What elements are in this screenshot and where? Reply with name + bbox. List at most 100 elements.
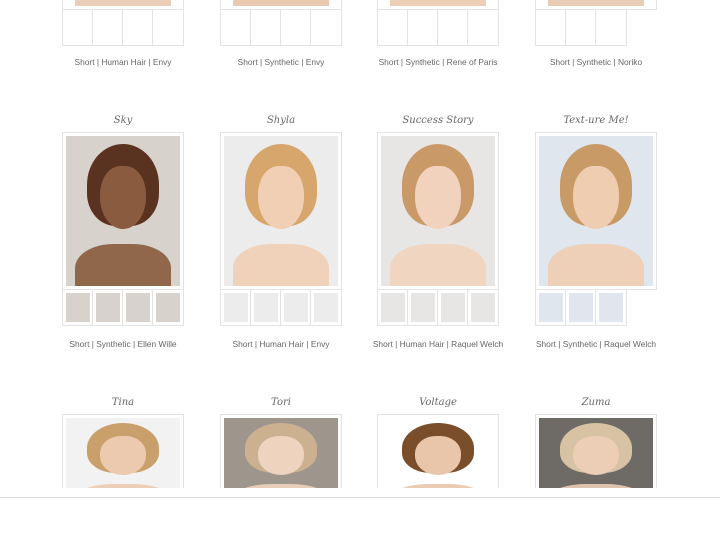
- hair-shape: [86, 300, 90, 322]
- thumbnail-image: [156, 13, 180, 42]
- thumbnail-image: [254, 13, 278, 42]
- thumbnail[interactable]: [221, 10, 251, 45]
- thumbnail[interactable]: [153, 10, 183, 45]
- thumbnail[interactable]: [123, 10, 153, 45]
- thumbnail-image: [96, 293, 120, 322]
- product-main-photo[interactable]: [535, 132, 657, 290]
- hair-shape: [334, 20, 338, 42]
- thumbnail-strip: [62, 290, 184, 326]
- product-meta: Short | Synthetic | Raquel Welch: [535, 339, 657, 349]
- product-meta: Short | Synthetic | Noriko: [549, 57, 643, 67]
- thumbnail[interactable]: [596, 290, 626, 325]
- thumbnail[interactable]: [251, 290, 281, 325]
- product-main-photo[interactable]: [220, 0, 342, 10]
- product-title[interactable]: Success Story: [377, 115, 499, 126]
- thumbnail-strip: [62, 10, 184, 46]
- thumbnail-image: [569, 293, 593, 322]
- hair-shape: [401, 300, 405, 322]
- face-shape: [415, 436, 461, 476]
- product-main-photo[interactable]: [62, 0, 184, 10]
- thumbnail-image: [224, 13, 248, 42]
- product-title[interactable]: Zuma: [535, 397, 657, 408]
- thumbnail[interactable]: [311, 10, 341, 45]
- thumbnail[interactable]: [596, 10, 626, 45]
- shoulders-shape: [75, 0, 171, 6]
- thumbnail[interactable]: [468, 10, 498, 45]
- thumbnail[interactable]: [378, 290, 408, 325]
- thumbnail-image: [66, 13, 90, 42]
- wig-model-image: [66, 0, 180, 6]
- thumbnail[interactable]: [408, 10, 438, 45]
- thumbnail-image: [381, 13, 405, 42]
- shoulders-shape: [548, 244, 644, 286]
- hair-shape: [116, 20, 120, 42]
- thumbnail-strip: [377, 10, 499, 46]
- hair-shape: [401, 20, 405, 42]
- thumbnail[interactable]: [311, 290, 341, 325]
- hair-shape: [176, 300, 180, 322]
- face-shape: [573, 166, 619, 229]
- product-meta: Short | Human Hair | Raquel Welch: [372, 339, 504, 349]
- face-shape: [258, 166, 304, 229]
- hair-shape: [589, 300, 593, 322]
- thumbnail[interactable]: [281, 290, 311, 325]
- hair-shape: [304, 300, 308, 322]
- product-main-photo[interactable]: [535, 0, 657, 10]
- face-shape: [415, 166, 461, 229]
- thumbnail[interactable]: [566, 10, 596, 45]
- thumbnail[interactable]: [566, 290, 596, 325]
- thumbnail[interactable]: [536, 10, 566, 45]
- product-title[interactable]: Sky: [62, 115, 184, 126]
- thumbnail[interactable]: [281, 10, 311, 45]
- hair-shape: [86, 20, 90, 42]
- hair-shape: [146, 20, 150, 42]
- hair-shape: [244, 300, 248, 322]
- wig-model-image: [381, 136, 495, 286]
- product-title[interactable]: Voltage: [377, 397, 499, 408]
- shoulders-shape: [548, 0, 644, 6]
- product-meta: Short | Synthetic | Envy: [237, 57, 325, 67]
- thumbnail[interactable]: [408, 290, 438, 325]
- thumbnail-image: [156, 293, 180, 322]
- thumbnail[interactable]: [221, 290, 251, 325]
- thumbnail[interactable]: [438, 10, 468, 45]
- thumbnail[interactable]: [251, 10, 281, 45]
- product-title[interactable]: Text-ure Me!: [535, 115, 657, 126]
- product-main-photo[interactable]: [377, 0, 499, 10]
- thumbnail-image: [599, 13, 623, 42]
- hair-shape: [116, 300, 120, 322]
- hair-shape: [431, 20, 435, 42]
- hair-shape: [461, 300, 465, 322]
- shoulders-shape: [75, 244, 171, 286]
- product-title[interactable]: Tori: [220, 397, 342, 408]
- thumbnail-image: [284, 13, 308, 42]
- wig-model-image: [539, 136, 653, 286]
- product-main-photo[interactable]: [220, 132, 342, 290]
- product-title[interactable]: Shyla: [220, 115, 342, 126]
- product-title[interactable]: Tina: [62, 397, 184, 408]
- product-meta: Short | Synthetic | Rene of Paris: [378, 57, 498, 67]
- product-meta: Short | Human Hair | Envy: [232, 339, 330, 349]
- product-main-photo[interactable]: [377, 132, 499, 290]
- thumbnail-image: [569, 13, 593, 42]
- thumbnail[interactable]: [93, 10, 123, 45]
- thumbnail-image: [471, 293, 495, 322]
- thumbnail[interactable]: [63, 290, 93, 325]
- product-main-photo[interactable]: [62, 132, 184, 290]
- hair-shape: [274, 300, 278, 322]
- thumbnail[interactable]: [123, 290, 153, 325]
- face-shape: [258, 436, 304, 476]
- thumbnail[interactable]: [438, 290, 468, 325]
- thumbnail-image: [254, 293, 278, 322]
- thumbnail[interactable]: [93, 290, 123, 325]
- thumbnail[interactable]: [468, 290, 498, 325]
- thumbnail[interactable]: [63, 10, 93, 45]
- thumbnail[interactable]: [153, 290, 183, 325]
- hair-shape: [589, 20, 593, 42]
- thumbnail-image: [441, 293, 465, 322]
- thumbnail-image: [381, 293, 405, 322]
- thumbnail[interactable]: [378, 10, 408, 45]
- thumbnail[interactable]: [536, 290, 566, 325]
- wig-model-image: [224, 0, 338, 6]
- thumbnail-image: [126, 293, 150, 322]
